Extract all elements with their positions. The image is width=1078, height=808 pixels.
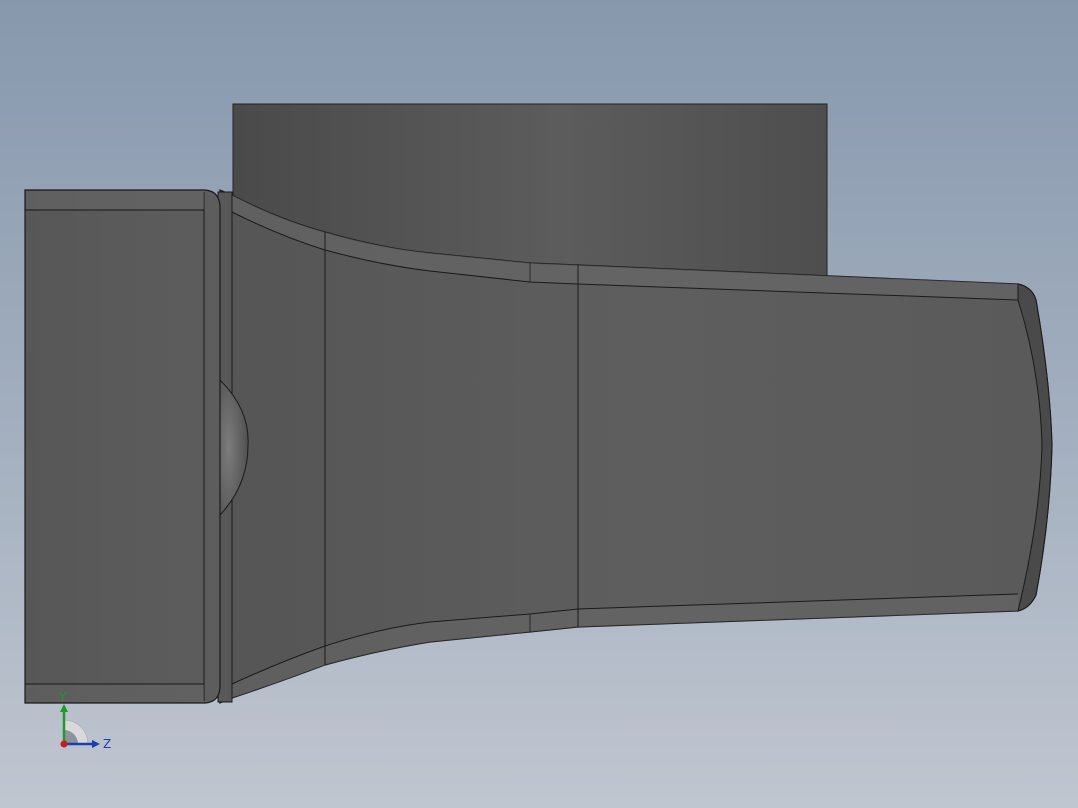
z-axis-label: Z <box>103 737 111 751</box>
graphics-viewport[interactable]: Y Z <box>0 0 1078 808</box>
x-axis-dot <box>60 740 68 748</box>
flared-body <box>219 189 1053 704</box>
orientation-triad: Y Z <box>58 690 111 751</box>
y-axis-label: Y <box>58 690 67 704</box>
left-block <box>24 189 221 704</box>
cad-model[interactable] <box>0 0 1078 808</box>
